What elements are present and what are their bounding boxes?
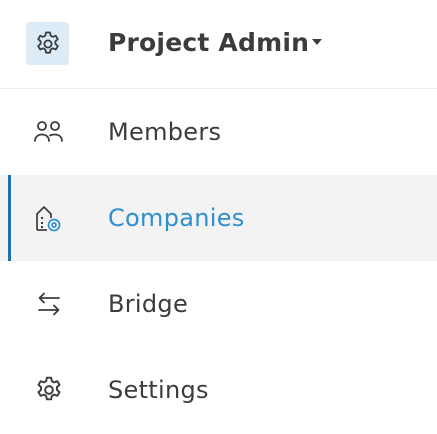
sidebar-item-members[interactable]: Members [0, 89, 437, 175]
gear-icon [32, 373, 66, 407]
active-indicator [8, 175, 11, 261]
sidebar-item-label: Bridge [108, 290, 189, 318]
project-admin-panel: Project Admin Members Companies Bridge S… [0, 0, 437, 434]
header-icon-box [26, 22, 69, 65]
sidebar-item-settings[interactable]: Settings [0, 347, 437, 433]
gear-icon [34, 30, 62, 58]
companies-icon [32, 201, 66, 235]
page-title: Project Admin [108, 28, 310, 57]
sidebar-item-label: Members [108, 118, 222, 146]
members-icon [32, 115, 66, 149]
sidebar-item-bridge[interactable]: Bridge [0, 261, 437, 347]
bridge-icon [32, 287, 66, 321]
sidebar-item-label: Companies [108, 204, 245, 232]
caret-down-icon[interactable] [312, 39, 322, 45]
project-admin-header[interactable]: Project Admin [0, 0, 437, 88]
sidebar-item-label: Settings [108, 376, 209, 404]
sidebar-item-companies[interactable]: Companies [0, 175, 437, 261]
